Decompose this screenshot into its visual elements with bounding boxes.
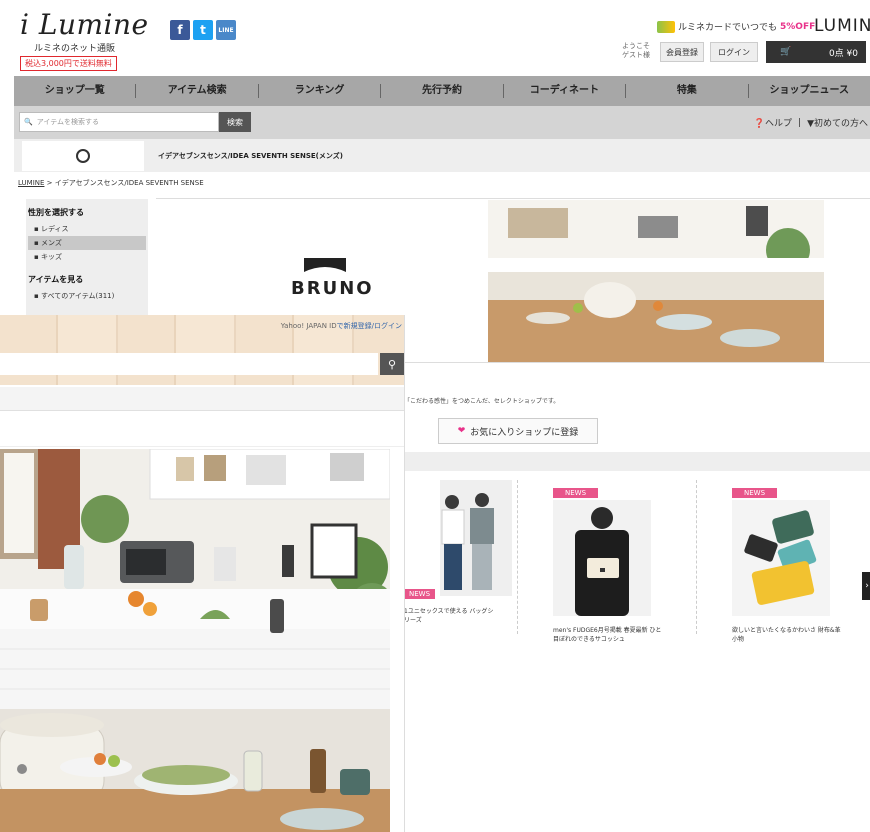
facebook-icon[interactable]: f <box>170 20 190 40</box>
news-card[interactable]: NEWS men's FUDGE6月号掲載 春夏最新 ひと目ぼれのできるサコッシ… <box>553 480 663 644</box>
nav-item-shop-news[interactable]: ショップニュース <box>749 84 870 98</box>
heart-icon: ❤ <box>457 426 466 436</box>
cart-button[interactable]: 🛒 0点 ¥0 <box>766 41 866 63</box>
search-icon: 🔍 <box>24 118 33 126</box>
breadcrumb: LUMINE > イデアセブンスセンス/IDEA SEVENTH SENSE <box>18 178 204 188</box>
bruno-subnav-bar <box>0 411 404 447</box>
news-tag: NEWS <box>553 488 599 498</box>
gender-heading: 性別を選択する <box>28 208 84 217</box>
bruno-hero-image[interactable] <box>0 449 390 832</box>
yahoo-login-links[interactable]: Yahoo! JAPAN IDで新規登録/ログイン <box>281 321 402 331</box>
search-row: 🔍 アイテムを検索する 検索 ❓ヘルプ | ▼初めての方へ <box>14 106 870 139</box>
card-promo[interactable]: ルミネカードでいつでも 5%OFF <box>657 20 815 33</box>
news-image <box>553 500 651 616</box>
help-link[interactable]: ❓ヘルプ <box>754 116 792 129</box>
news-divider <box>696 480 697 634</box>
sidebar-item-mens[interactable]: ▪ メンズ <box>28 236 146 250</box>
news-header-band <box>404 452 870 471</box>
bruno-nav-bar <box>0 387 404 411</box>
shop-logo-emblem <box>76 149 90 163</box>
bruno-logo-mark <box>304 258 346 272</box>
sidebar-item-all-items[interactable]: ▪ すべてのアイテム(311) <box>28 289 146 303</box>
nav-item-preorder[interactable]: 先行予約 <box>381 84 504 98</box>
favorite-label: お気に入りショップに登録 <box>470 427 579 438</box>
divider <box>156 198 870 199</box>
news-card[interactable]: NEWS 欲しいと言いたくなるかわいさ 財布&革小物 <box>732 480 842 644</box>
shop-name: イデアセブンスセンス/IDEA SEVENTH SENSE(メンズ) <box>158 152 343 160</box>
welcome-text: ようこそ ゲスト様 <box>622 42 650 59</box>
register-button[interactable]: 会員登録 <box>660 42 704 62</box>
nav-item-ranking[interactable]: ランキング <box>259 84 382 98</box>
help-links: ❓ヘルプ | ▼初めての方へ <box>754 116 868 130</box>
twitter-icon[interactable]: t <box>193 20 213 40</box>
line-icon[interactable]: LINE <box>216 20 236 40</box>
nav-item-shops[interactable]: ショップ一覧 <box>14 84 137 98</box>
search-button[interactable]: 検索 <box>219 112 251 132</box>
news-image <box>440 480 513 596</box>
news-card[interactable]: NEWS 1ユニセックスで使える バッグシリーズ <box>404 480 514 625</box>
search-icon: ⚲ <box>387 357 397 371</box>
breadcrumb-current: > イデアセブンスセンス/IDEA SEVENTH SENSE <box>44 179 204 187</box>
news-image <box>732 500 830 616</box>
divider <box>404 362 870 363</box>
bruno-logo-text[interactable]: BRUNO <box>291 278 374 299</box>
cart-count: 0点 <box>828 48 844 59</box>
nav-item-coordinate[interactable]: コーディネート <box>504 84 627 98</box>
main-nav: ショップ一覧 アイテム検索 ランキング 先行予約 コーディネート 特集 ショップ… <box>14 76 870 106</box>
breadcrumb-home-link[interactable]: LUMINE <box>18 179 44 187</box>
free-shipping-badge: 税込3,000円で送料無料 <box>20 56 117 71</box>
ilumine-logo[interactable]: i Lumine <box>20 8 149 41</box>
cart-icon: 🛒 <box>780 47 792 57</box>
news-caption: 欲しいと言いたくなるかわいさ 財布&革小物 <box>732 627 841 643</box>
shop-description: 「こだわる感性」をつめこんだ、セレクトショップです。 <box>404 398 560 405</box>
news-caption: 1ユニセックスで使える バッグシリーズ <box>404 608 494 624</box>
beginner-icon: ▼ <box>807 119 814 129</box>
yahoo-register-login-link[interactable]: で新規登録/ログイン <box>337 322 402 330</box>
help-divider: | <box>798 117 802 128</box>
nav-item-features[interactable]: 特集 <box>626 84 749 98</box>
favorite-shop-button[interactable]: ❤ お気に入りショップに登録 <box>438 418 598 444</box>
shop-bar: イデアセブンスセンス/IDEA SEVENTH SENSE(メンズ) <box>14 139 870 172</box>
lumine-card-icon <box>657 20 675 33</box>
first-time-link[interactable]: ▼初めての方へ <box>807 116 868 129</box>
carousel-next-button[interactable]: › <box>862 572 870 600</box>
social-links: f t LINE <box>170 20 236 40</box>
items-heading: アイテムを見る <box>28 275 84 284</box>
help-icon: ❓ <box>753 119 765 129</box>
login-button[interactable]: ログイン <box>710 42 758 62</box>
nav-item-item-search[interactable]: アイテム検索 <box>136 84 259 98</box>
card-promo-text: ルミネカードでいつでも <box>678 23 778 33</box>
bruno-window: Yahoo! JAPAN IDで新規登録/ログイン ⚲ <box>0 315 405 832</box>
bruno-search-input[interactable] <box>0 353 378 375</box>
cart-total: ¥0 <box>846 48 858 59</box>
chevron-right-icon: › <box>865 581 869 591</box>
search-placeholder: アイテムを検索する <box>36 118 100 126</box>
news-caption: men's FUDGE6月号掲載 春夏最新 ひと目ぼれのできるサコッシュ <box>553 627 662 643</box>
news-tag: NEWS <box>404 589 436 599</box>
news-divider <box>517 480 518 634</box>
sidebar-item-kids[interactable]: ▪ キッズ <box>28 250 146 264</box>
logo-subtitle: ルミネのネット通販 <box>34 44 116 54</box>
sidebar: 性別を選択する ▪ レディス ▪ メンズ ▪ キッズ アイテムを見る ▪ すべて… <box>26 199 148 319</box>
card-promo-discount: 5%OFF <box>780 21 816 32</box>
news-tag: NEWS <box>732 488 778 498</box>
kitchen-banner-image[interactable] <box>488 200 824 362</box>
sidebar-item-ladies[interactable]: ▪ レディス <box>28 222 146 236</box>
bruno-search-button[interactable]: ⚲ <box>380 353 404 375</box>
search-input[interactable]: 🔍 アイテムを検索する <box>19 112 219 132</box>
shop-logo[interactable] <box>22 141 144 171</box>
lumine-brand-logo[interactable]: LUMINE <box>814 16 870 36</box>
